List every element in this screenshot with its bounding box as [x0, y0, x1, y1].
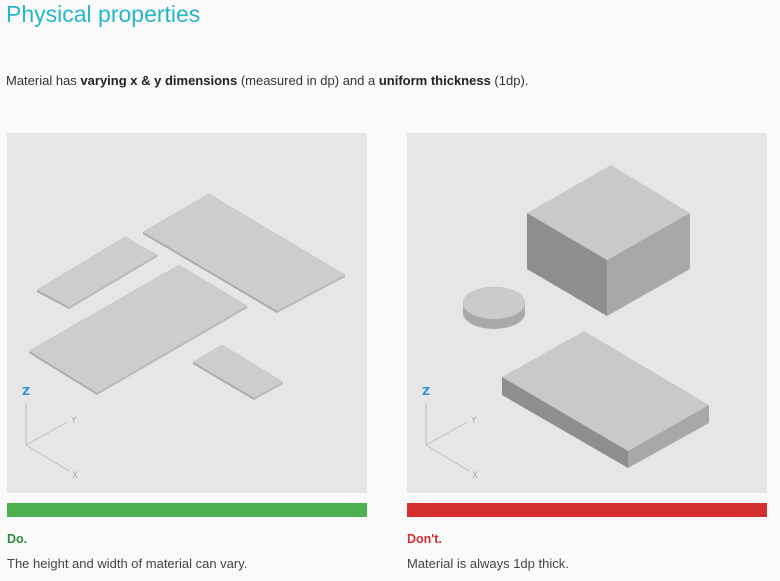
z-axis-label: Z	[422, 385, 430, 398]
do-caption: The height and width of material can var…	[7, 556, 248, 571]
dont-illustration: Z Y X	[407, 133, 767, 493]
dont-status-bar	[407, 503, 767, 517]
flat-sheets-illustration: Z Y X	[22, 193, 346, 481]
cube-shape	[527, 165, 690, 316]
do-illustration: Z Y X	[7, 133, 367, 493]
intro-text-1: Material has	[6, 73, 81, 88]
do-status-bar	[7, 503, 367, 517]
intro-paragraph: Material has varying x & y dimensions (m…	[6, 72, 528, 90]
z-axis-label: Z	[22, 385, 30, 398]
intro-bold-2: uniform thickness	[378, 73, 491, 88]
thick-objects-illustration: Z Y X	[422, 165, 709, 481]
slab-shape	[502, 331, 709, 468]
axes-icon: Z Y X	[22, 385, 78, 481]
intro-text-2: (measured in dp) and a	[237, 73, 379, 88]
dont-caption: Material is always 1dp thick.	[407, 556, 569, 571]
sheet-small-right	[192, 344, 284, 400]
y-axis-label: Y	[470, 416, 477, 426]
intro-text-3: (1dp).	[490, 73, 529, 88]
page-title: Physical properties	[6, 1, 201, 27]
disc-shape	[462, 286, 526, 329]
do-label: Do.	[7, 532, 28, 546]
axes-icon: Z Y X	[422, 385, 478, 481]
x-axis-label: X	[472, 471, 478, 481]
x-axis-label: X	[72, 471, 78, 481]
dont-label: Don't.	[407, 532, 442, 546]
intro-bold-1: varying x & y dimensions	[80, 73, 238, 88]
y-axis-label: Y	[70, 416, 77, 426]
